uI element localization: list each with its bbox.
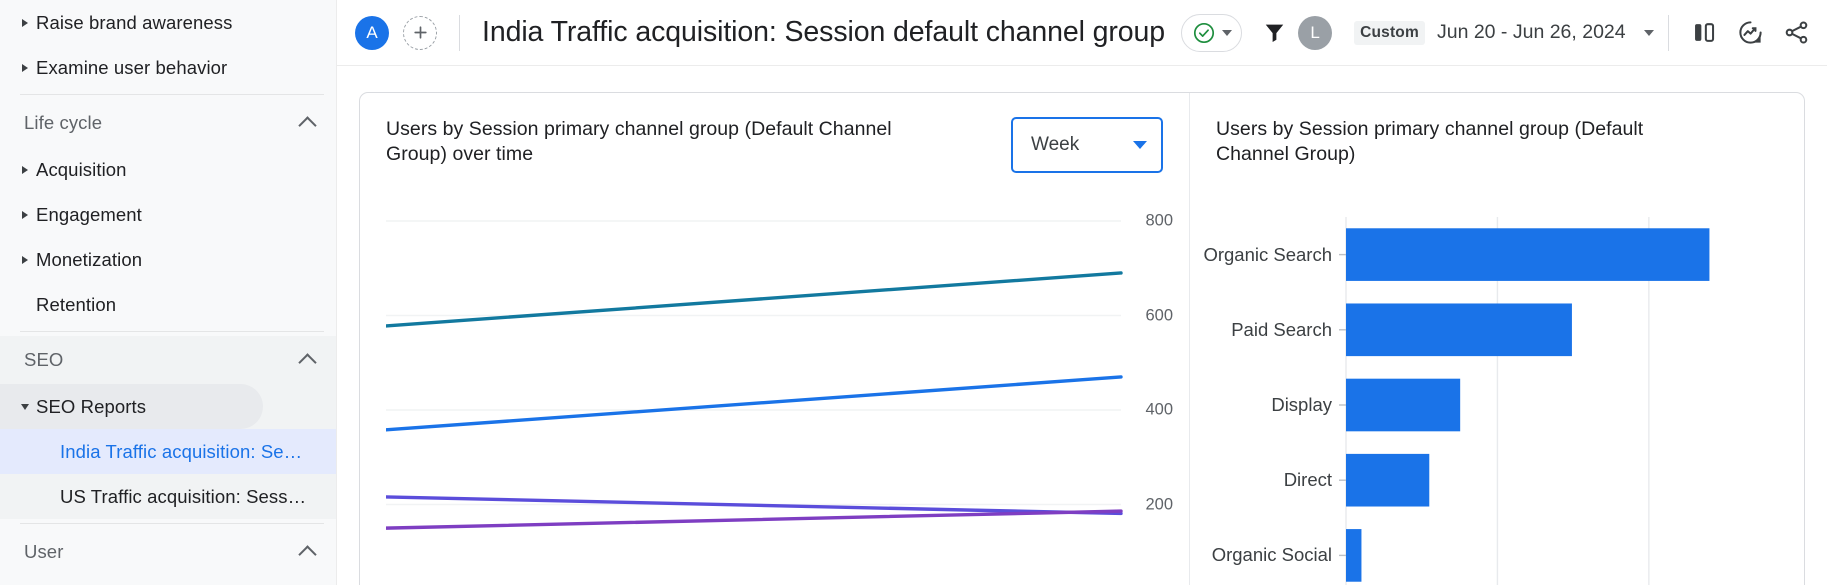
sidebar-section-label: Life cycle (24, 112, 103, 133)
report-body: Users by Session primary channel group (… (337, 66, 1827, 585)
insights-button[interactable] (1731, 13, 1771, 53)
chevron-right-icon (14, 63, 36, 72)
y-axis-tick-label: 200 (1145, 495, 1173, 513)
status-badge[interactable] (1181, 13, 1243, 52)
chevron-right-icon (14, 18, 36, 27)
line-chart-plot[interactable]: 020040060080020Jun23 (384, 211, 1173, 585)
sidebar-item-label: SEO Reports (36, 395, 147, 417)
sidebar-item-india-traffic-acquisition[interactable]: India Traffic acquisition: Se… (0, 429, 336, 474)
report-toolbar: A India Traffic acquisition: Session def… (337, 0, 1827, 66)
sidebar-item-label: Acquisition (36, 158, 127, 180)
avatar[interactable]: A (355, 15, 389, 50)
sidebar-section-seo-wrapper: SEO SEO Reports India Traffic acquisitio… (0, 336, 336, 519)
bar[interactable] (1346, 378, 1461, 432)
line-series[interactable] (384, 495, 1123, 516)
bar[interactable] (1346, 529, 1362, 582)
avatar[interactable]: L (1298, 15, 1333, 50)
toolbar-divider (1667, 14, 1669, 51)
insights-icon (1739, 21, 1762, 44)
sidebar-section-user[interactable]: User (0, 528, 336, 576)
line-series[interactable] (384, 271, 1123, 328)
filter-button[interactable] (1254, 13, 1294, 53)
chevron-down-icon (1643, 29, 1654, 36)
granularity-value: Week (1031, 134, 1080, 155)
sidebar-item-acquisition[interactable]: Acquisition (0, 147, 336, 192)
chart-card: Users by Session primary channel group (… (359, 92, 1805, 585)
chevron-right-icon (14, 210, 36, 219)
chevron-up-icon[interactable] (298, 116, 317, 135)
line-chart-panel: Users by Session primary channel group (… (360, 93, 1190, 585)
sidebar-item-label: Retention (36, 293, 117, 315)
y-axis-tick-label: 400 (1145, 400, 1173, 419)
granularity-select[interactable]: Week (1011, 117, 1163, 173)
sidebar-item-label: US Traffic acquisition: Sess… (60, 485, 307, 507)
bar-category-label: Organic Social (1211, 544, 1332, 566)
sidebar-item-examine-user-behavior[interactable]: Examine user behavior (0, 45, 336, 90)
sidebar-item-us-traffic-acquisition[interactable]: US Traffic acquisition: Sess… (0, 474, 336, 519)
bar[interactable] (1346, 453, 1430, 507)
sidebar-item-seo-reports[interactable]: SEO Reports (0, 384, 263, 429)
sidebar-item-label: Examine user behavior (36, 56, 228, 78)
page-title: India Traffic acquisition: Session defau… (482, 16, 1166, 48)
sidebar-item-monetization[interactable]: Monetization (0, 237, 336, 282)
chevron-right-icon (14, 165, 36, 174)
main-content: A India Traffic acquisition: Session def… (337, 0, 1827, 585)
bar-chart-panel: Users by Session primary channel group (… (1190, 93, 1804, 585)
sidebar-section-seo[interactable]: SEO (0, 336, 336, 384)
plus-icon (413, 26, 427, 39)
line-series[interactable] (384, 509, 1123, 530)
sidebar-divider (20, 331, 324, 332)
bar-category-label: Display (1271, 394, 1332, 415)
date-range-preset: Custom (1354, 20, 1425, 45)
bar-category-label: Organic Search (1203, 243, 1332, 265)
bar[interactable] (1346, 303, 1572, 357)
y-axis-tick-label: 600 (1145, 306, 1173, 324)
chevron-up-icon[interactable] (298, 353, 317, 372)
sidebar-section-label: User (24, 541, 64, 562)
bar-category-label: Direct (1283, 469, 1332, 491)
chevron-right-icon (14, 255, 36, 264)
sidebar-item-engagement[interactable]: Engagement (0, 192, 336, 237)
funnel-icon (1265, 24, 1283, 42)
chevron-down-icon (14, 403, 36, 410)
sidebar-section-label: SEO (24, 349, 64, 370)
chevron-up-icon[interactable] (298, 545, 317, 564)
bar[interactable] (1346, 228, 1710, 281)
bar-category-label: Paid Search (1231, 318, 1332, 340)
toolbar-actions (1654, 13, 1827, 53)
add-comparison-button[interactable] (403, 15, 437, 50)
bar-chart-plot[interactable]: Organic Search Paid Search Display Direct Or… (1203, 211, 1778, 585)
line-chart-svg (384, 220, 1123, 530)
sidebar-item-label: Engagement (36, 203, 142, 225)
compare-button[interactable] (1685, 13, 1725, 53)
toolbar-divider (459, 14, 460, 51)
line-chart-title: Users by Session primary channel group (… (386, 118, 892, 165)
chevron-down-icon (1222, 29, 1233, 36)
compare-icon (1695, 23, 1715, 42)
sidebar-item-label: India Traffic acquisition: Se… (60, 440, 303, 462)
sidebar-divider (20, 523, 324, 524)
line-series[interactable] (384, 375, 1123, 432)
sidebar-item-label: Raise brand awareness (36, 11, 233, 33)
sidebar-item-retention[interactable]: Retention (0, 282, 336, 327)
check-circle-icon (1194, 22, 1215, 43)
y-axis-tick-label: 800 (1145, 211, 1173, 230)
analytics-report-page: Raise brand awareness Examine user behav… (0, 0, 1827, 585)
share-icon (1785, 21, 1808, 44)
sidebar-navigation: Raise brand awareness Examine user behav… (0, 0, 337, 585)
line-chart-header: Users by Session primary channel group (… (360, 93, 1189, 173)
sidebar-item-label: Monetization (36, 248, 143, 270)
share-button[interactable] (1777, 13, 1817, 53)
bar-chart-header: Users by Session primary channel group (… (1190, 93, 1804, 167)
date-range-value: Jun 20 - Jun 26, 2024 (1436, 21, 1626, 43)
sidebar-divider (20, 94, 324, 95)
sidebar-section-life-cycle[interactable]: Life cycle (0, 99, 336, 147)
bar-chart-title: Users by Session primary channel group (… (1216, 118, 1644, 165)
sidebar-item-raise-brand-awareness[interactable]: Raise brand awareness (0, 0, 336, 45)
edit-chart-button[interactable] (1823, 13, 1827, 53)
chevron-down-icon (1133, 141, 1147, 149)
date-range-picker[interactable]: Custom Jun 20 - Jun 26, 2024 (1354, 20, 1654, 45)
